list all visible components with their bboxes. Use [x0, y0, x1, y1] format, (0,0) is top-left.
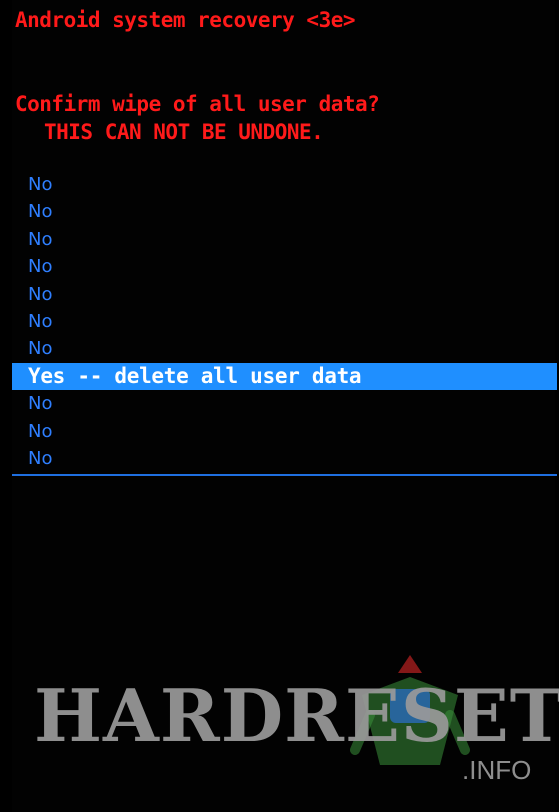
- device-frame: Android system recovery <3e> Confirm wip…: [0, 0, 559, 812]
- menu-item-no[interactable]: No: [12, 308, 557, 335]
- menu-item-no[interactable]: No: [12, 390, 557, 417]
- menu-item-no[interactable]: No: [12, 445, 557, 472]
- menu-item-no[interactable]: No: [12, 418, 557, 445]
- menu-item-no[interactable]: No: [12, 198, 557, 225]
- recovery-title: Android system recovery <3e>: [15, 8, 356, 32]
- undo-warning: THIS CAN NOT BE UNDONE.: [44, 120, 324, 144]
- menu-item-yes-delete-all-user-data[interactable]: Yes -- delete all user data: [12, 362, 557, 391]
- menu-item-no[interactable]: No: [12, 171, 557, 198]
- confirm-wipe-prompt: Confirm wipe of all user data?: [15, 92, 380, 116]
- menu-item-no[interactable]: No: [12, 335, 557, 362]
- menu-item-no[interactable]: No: [12, 226, 557, 253]
- menu-divider: [12, 474, 557, 476]
- confirm-menu: No No No No No No No Yes -- delete all u…: [12, 171, 557, 472]
- menu-item-no[interactable]: No: [12, 253, 557, 280]
- menu-item-no[interactable]: No: [12, 281, 557, 308]
